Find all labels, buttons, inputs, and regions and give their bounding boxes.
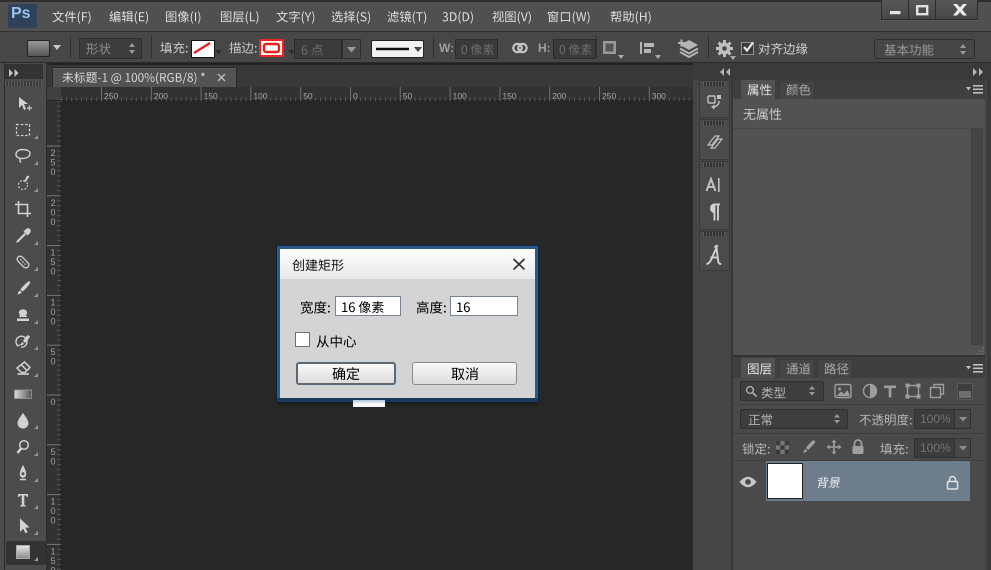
svg-text:5: 5	[51, 447, 56, 457]
svg-text:0: 0	[51, 307, 56, 317]
svg-text:2: 2	[51, 198, 56, 208]
svg-text:2: 2	[51, 148, 56, 158]
svg-text:5: 5	[51, 556, 56, 566]
svg-text:0: 0	[51, 516, 56, 526]
svg-text:5: 5	[51, 257, 56, 267]
svg-text:0: 0	[51, 316, 56, 326]
svg-text:0: 0	[51, 207, 56, 217]
svg-text:0: 0	[51, 267, 56, 277]
svg-text:0: 0	[51, 397, 56, 407]
svg-text:0: 0	[51, 357, 56, 367]
svg-text:1: 1	[51, 497, 56, 507]
svg-text:1: 1	[51, 248, 56, 258]
svg-text:5: 5	[51, 347, 56, 357]
svg-text:50: 50	[403, 91, 413, 101]
svg-text:0: 0	[51, 506, 56, 516]
svg-text:0: 0	[51, 217, 56, 227]
svg-text:1: 1	[51, 546, 56, 556]
svg-text:1: 1	[51, 297, 56, 307]
svg-text:0: 0	[51, 167, 56, 177]
svg-text:50: 50	[303, 91, 313, 101]
svg-text:0: 0	[51, 456, 56, 466]
svg-text:5: 5	[51, 158, 56, 168]
svg-text:0: 0	[51, 565, 56, 570]
